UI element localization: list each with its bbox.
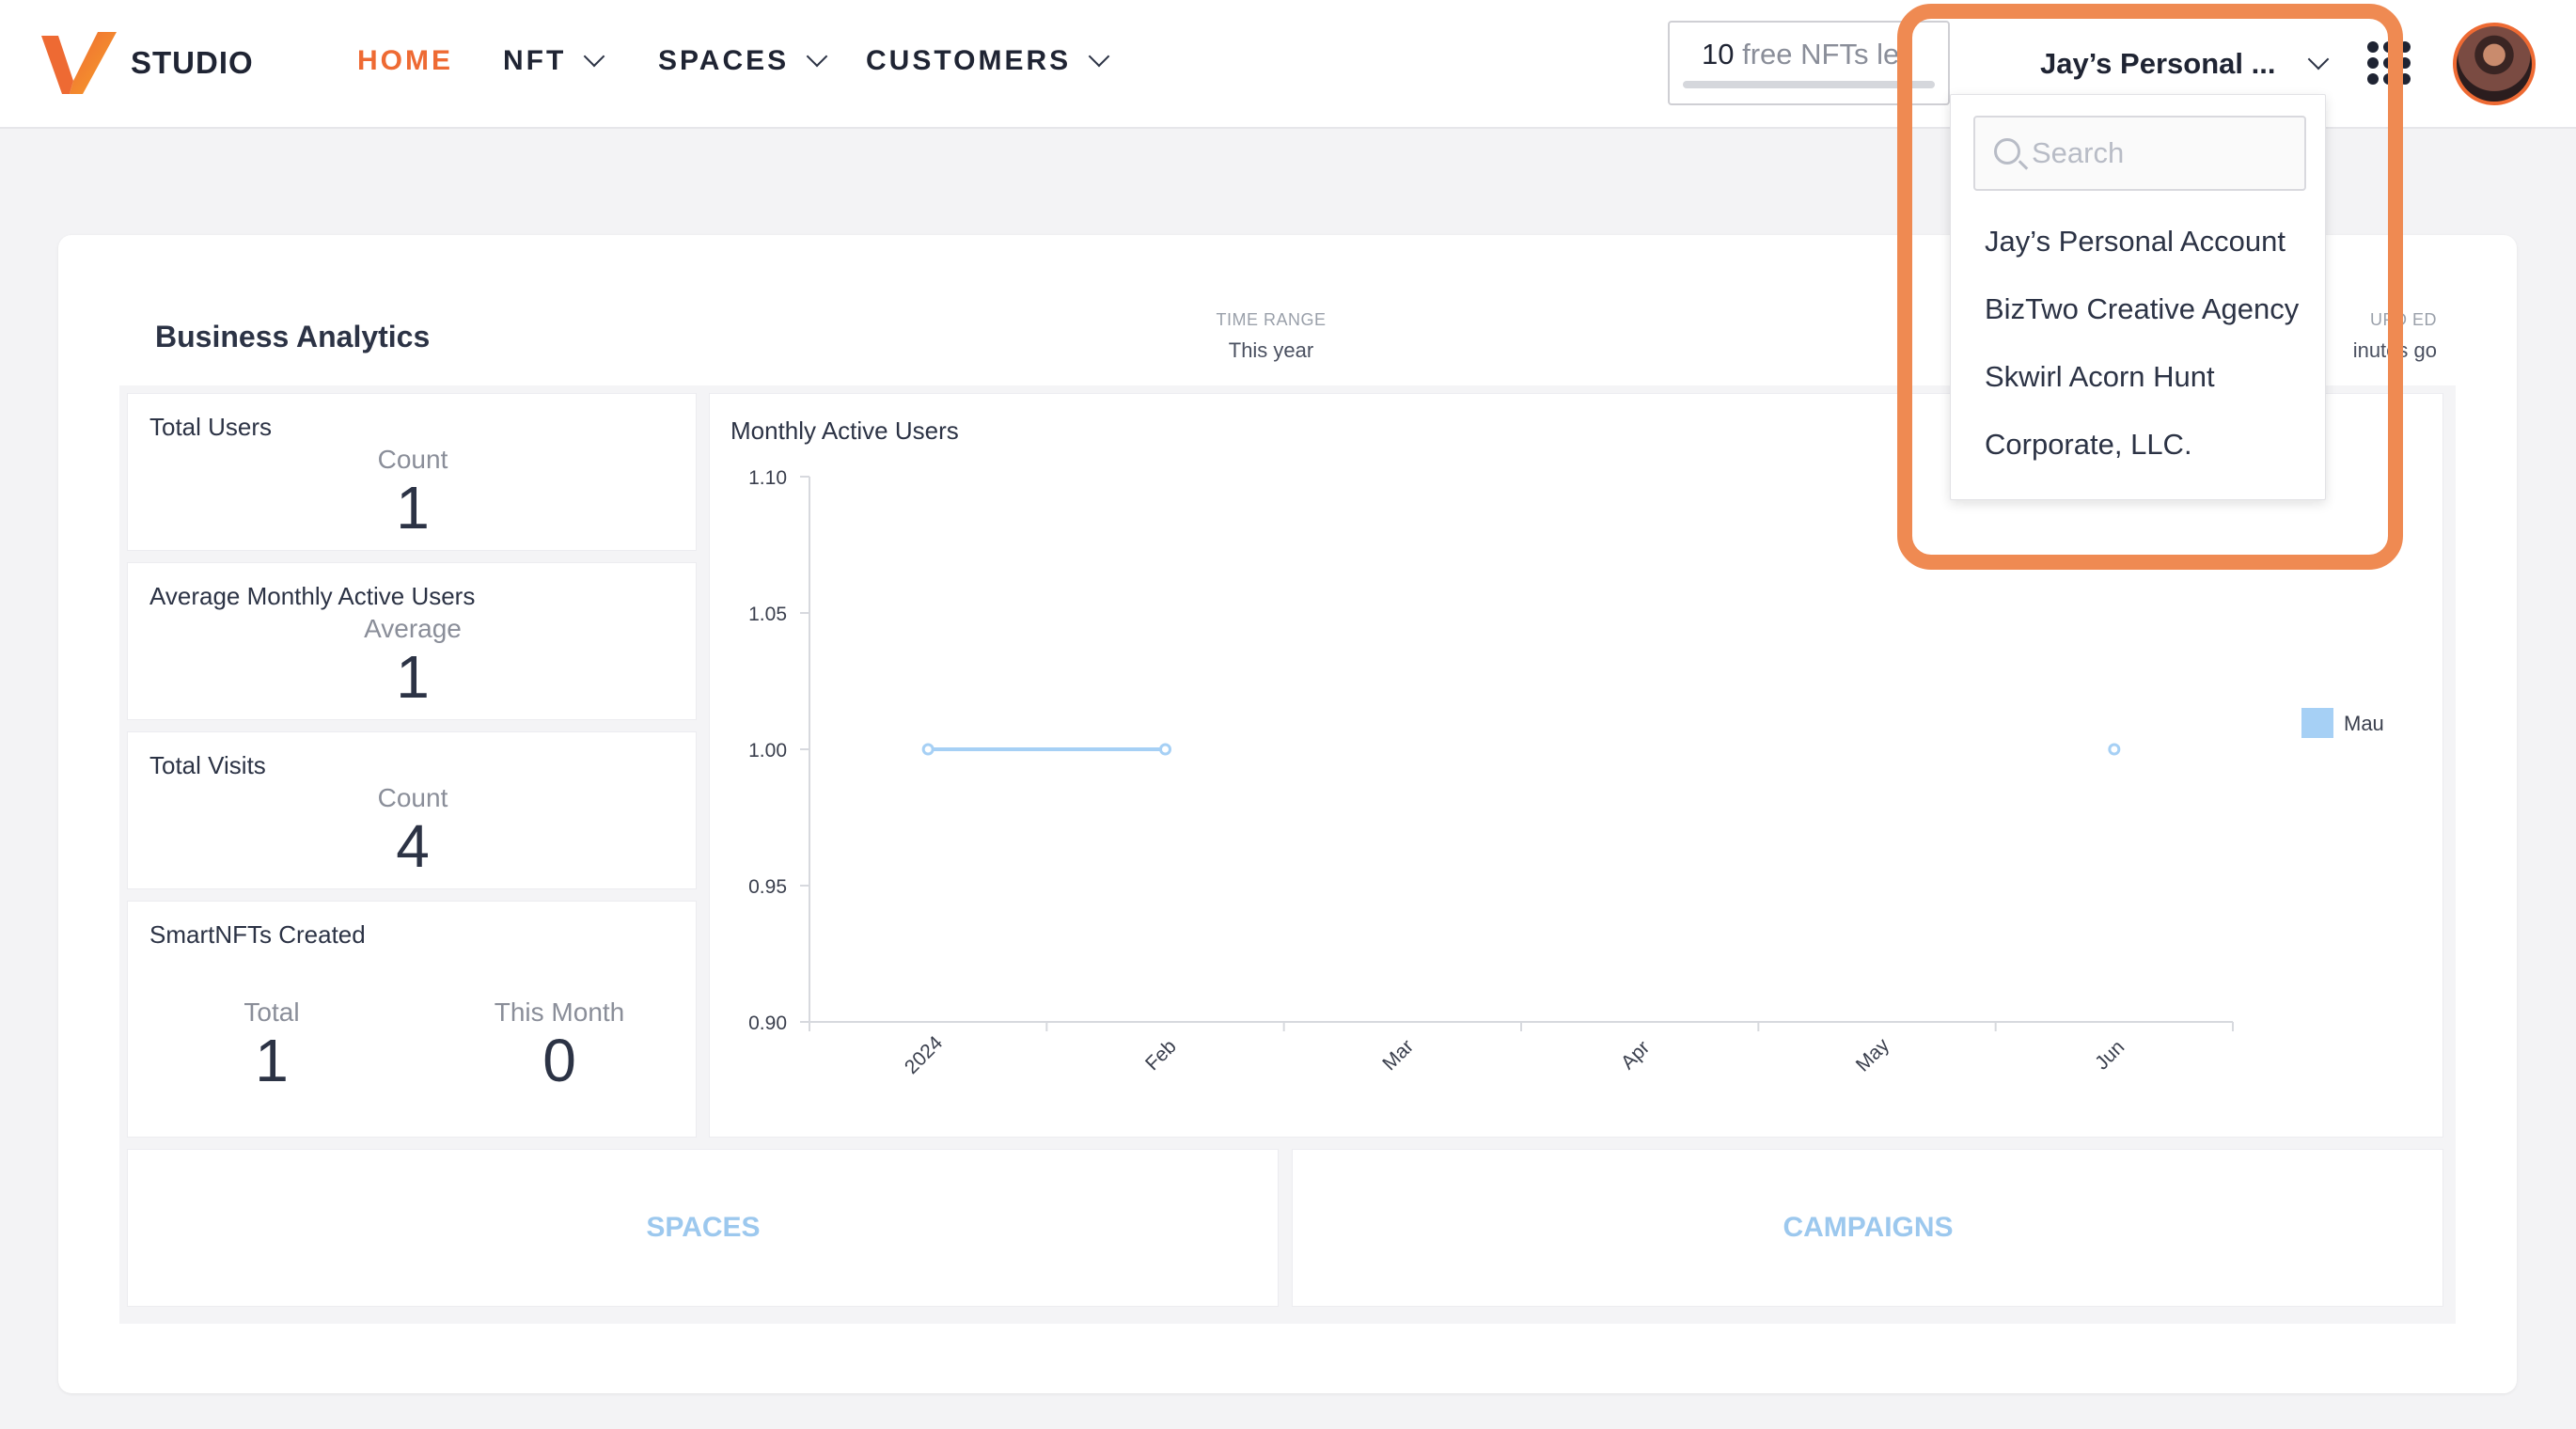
avg-monthly-active-users-tile: Average Monthly Active Users Average 1: [127, 562, 697, 720]
data-point: [921, 743, 935, 756]
y-tick-label: 1.10: [748, 467, 787, 489]
nav-spaces-label: SPACES: [658, 45, 790, 76]
tile-title: Total Visits: [149, 751, 266, 779]
account-switcher-label: Jay’s Personal ...: [2040, 47, 2276, 80]
free-nfts-indicator[interactable]: 10 free NFTs le: [1668, 21, 1950, 105]
account-search-box[interactable]: [1973, 116, 2306, 191]
total-value: 1: [255, 1027, 289, 1094]
x-tick-label: Jun: [2091, 1036, 2128, 1074]
tile-value: 1: [396, 643, 430, 711]
tile-sub-label: Count: [377, 445, 448, 474]
account-item-biztwo[interactable]: BizTwo Creative Agency: [1985, 292, 2299, 326]
account-switcher-button[interactable]: Jay’s Personal ...: [2040, 47, 2330, 81]
data-point: [2108, 743, 2121, 756]
chevron-down-icon: [2308, 48, 2330, 71]
account-item-skwirl[interactable]: Skwirl Acorn Hunt: [1985, 360, 2215, 394]
tile-sub-label: Average: [364, 614, 462, 643]
x-tick-label: Mar: [1378, 1035, 1418, 1075]
user-avatar[interactable]: [2453, 23, 2536, 105]
account-dropdown-menu: Jay’s Personal Account BizTwo Creative A…: [1950, 94, 2326, 500]
spaces-section-label[interactable]: SPACES: [515, 1212, 891, 1244]
data-point: [1159, 743, 1171, 756]
monthly-active-users-chart-tile: Monthly Active Users 1.10 1.05 1.00 0.95 0.9…: [709, 393, 2443, 1138]
y-tick-label: 1.05: [748, 604, 787, 625]
tile-value: 4: [396, 812, 430, 880]
tile-title: Total Users: [149, 413, 273, 441]
nav-spaces[interactable]: SPACES: [658, 45, 828, 77]
spaces-section[interactable]: SPACES: [127, 1149, 1279, 1307]
chevron-down-icon: [806, 45, 828, 68]
x-tick-label: Apr: [1617, 1037, 1654, 1074]
legend-label: Mau: [2344, 712, 2384, 735]
free-nfts-count: 10: [1702, 38, 1735, 71]
total-label: Total: [243, 997, 300, 1027]
nav-home[interactable]: HOME: [357, 45, 453, 77]
search-icon: [1994, 138, 2020, 165]
nav-customers-label: CUSTOMERS: [866, 45, 1072, 76]
this-month-label: This Month: [494, 997, 625, 1027]
x-tick-label: May: [1852, 1034, 1894, 1076]
nav-nft[interactable]: NFT: [503, 45, 605, 77]
apps-grid-icon[interactable]: [2367, 41, 2411, 85]
updated-label: UPD ED: [2369, 310, 2437, 329]
brand-name: STUDIO: [131, 45, 254, 80]
legend-swatch: [2301, 708, 2333, 738]
monthly-active-users-chart: 1.10 1.05 1.00 0.95 0.90 2024 Feb Mar Apr May Jun M…: [748, 467, 2384, 1079]
tile-sub-label: Count: [377, 783, 448, 812]
account-item-jays-personal[interactable]: Jay’s Personal Account: [1985, 225, 2285, 259]
campaigns-section[interactable]: CAMPAIGNS: [1292, 1149, 2443, 1307]
nav-customers[interactable]: CUSTOMERS: [866, 45, 1110, 77]
nav-home-label: HOME: [357, 45, 453, 76]
free-nfts-text: 10 free NFTs le: [1702, 38, 1899, 71]
chevron-down-icon: [1088, 45, 1110, 68]
account-search-input[interactable]: [2032, 134, 2295, 172]
free-nfts-progress-bar: [1683, 81, 1935, 88]
tile-value: 1: [396, 474, 430, 542]
campaigns-section-label[interactable]: CAMPAIGNS: [1680, 1212, 2056, 1244]
x-tick-label: 2024: [901, 1032, 948, 1079]
y-tick-label: 0.95: [748, 876, 787, 898]
chevron-down-icon: [584, 45, 605, 68]
y-tick-label: 1.00: [748, 740, 787, 762]
x-tick-label: Feb: [1141, 1035, 1181, 1075]
total-users-tile: Total Users Count 1: [127, 393, 697, 551]
total-visits-tile: Total Visits Count 4: [127, 731, 697, 889]
page-title: Business Analytics: [155, 320, 431, 353]
smartnfts-created-tile: SmartNFTs Created Total 1 This Month 0: [127, 901, 697, 1138]
this-month-value: 0: [542, 1027, 576, 1094]
time-range-value[interactable]: This year: [1177, 338, 1365, 363]
analytics-panel: Total Users Count 1 Average Monthly Acti…: [119, 385, 2456, 1324]
nav-nft-label: NFT: [503, 45, 567, 76]
tile-title: SmartNFTs Created: [149, 920, 366, 949]
tile-title: Average Monthly Active Users: [149, 582, 476, 610]
time-range-label: TIME RANGE: [1216, 310, 1327, 329]
account-item-corporate[interactable]: Corporate, LLC.: [1985, 428, 2192, 462]
free-nfts-label: free NFTs le: [1742, 38, 1900, 71]
y-tick-label: 0.90: [748, 1013, 787, 1034]
studio-logo-icon[interactable]: [38, 28, 122, 100]
